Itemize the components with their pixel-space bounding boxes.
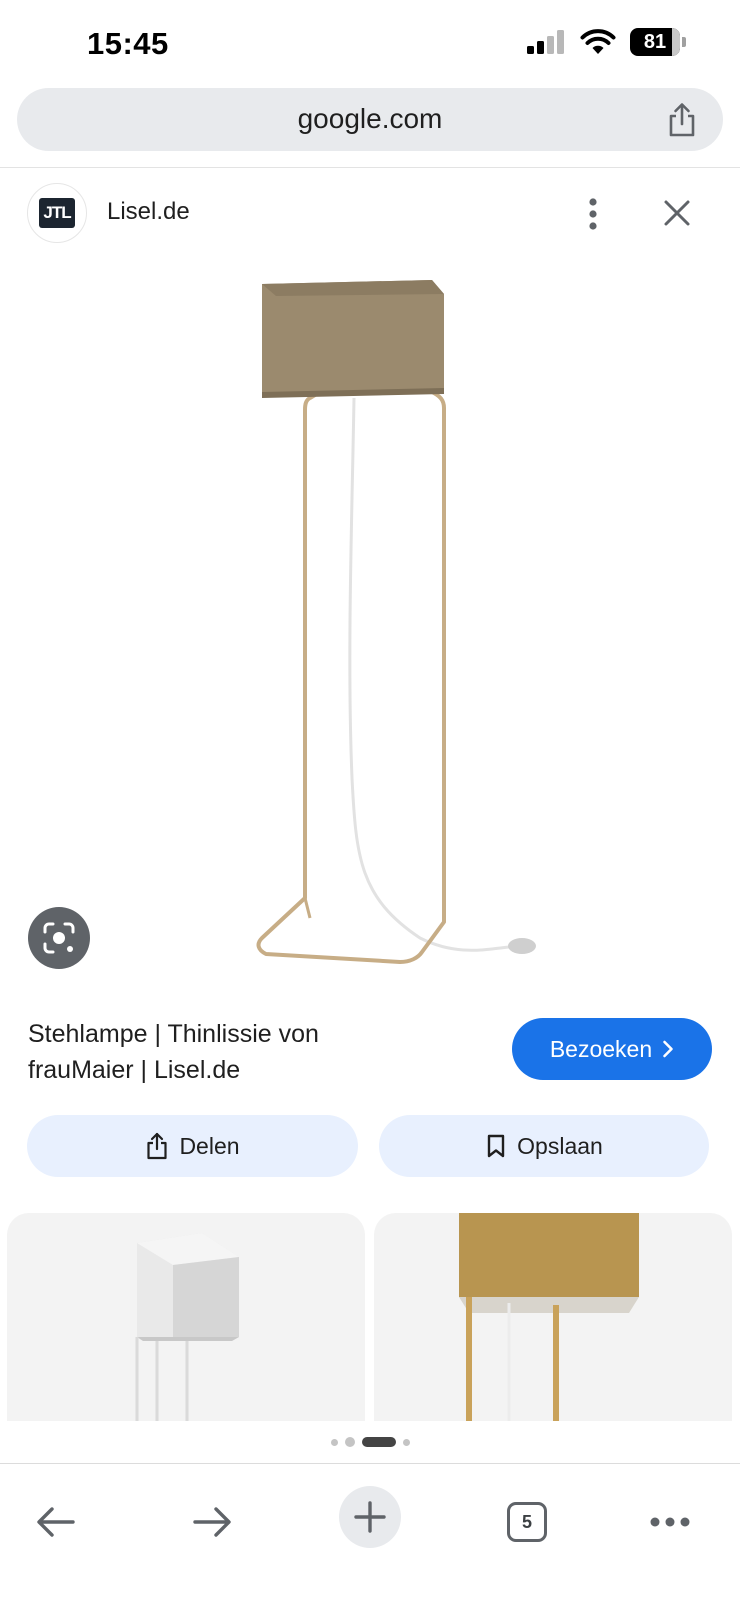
more-horiz-icon: [650, 1517, 690, 1527]
share-icon: [147, 1132, 168, 1160]
share-label: Delen: [179, 1132, 240, 1159]
floor-lamp-image: [256, 280, 536, 964]
white-lamp-image: [135, 1233, 239, 1421]
new-tab-button[interactable]: [339, 1486, 401, 1548]
tab-switcher-button[interactable]: 5: [497, 1492, 557, 1552]
lens-icon: [43, 922, 75, 954]
status-icons: 81: [526, 28, 686, 56]
save-button[interactable]: Opslaan: [379, 1115, 709, 1177]
back-button[interactable]: [26, 1492, 86, 1552]
plus-icon: [354, 1501, 386, 1533]
url-text[interactable]: google.com: [17, 103, 723, 135]
forward-button[interactable]: [182, 1492, 242, 1552]
lens-button[interactable]: [28, 907, 90, 969]
tab-count: 5: [507, 1502, 547, 1542]
main-image[interactable]: [0, 258, 740, 988]
chevron-right-icon: [663, 1040, 673, 1058]
arrow-right-icon: [193, 1507, 231, 1537]
visit-button[interactable]: Bezoeken: [512, 1018, 712, 1080]
battery-icon: 81: [630, 28, 686, 56]
gold-lamp-image: [459, 1213, 639, 1421]
bookmark-icon: [487, 1134, 505, 1158]
signal-icon: [527, 30, 564, 54]
site-logo[interactable]: JTL: [27, 183, 87, 243]
result-title[interactable]: Stehlampe | Thinlissie von frauMaier | L…: [28, 1016, 388, 1088]
site-logo-mark: JTL: [39, 198, 75, 228]
more-vert-icon[interactable]: [576, 194, 610, 234]
related-result-thumbnail[interactable]: [7, 1213, 365, 1421]
page-dot: [330, 1438, 338, 1446]
page-dot-active: [361, 1437, 396, 1447]
page-dot: [344, 1437, 355, 1447]
status-time: 15:45: [87, 26, 169, 61]
wifi-icon: [580, 29, 616, 54]
save-label: Opslaan: [517, 1132, 603, 1159]
arrow-left-icon: [37, 1507, 75, 1537]
page-indicator: [0, 1437, 740, 1447]
close-icon[interactable]: [661, 197, 693, 229]
visit-label: Bezoeken: [549, 1035, 653, 1062]
related-result-thumbnail[interactable]: [374, 1213, 732, 1421]
bottom-toolbar: 5: [0, 1463, 740, 1600]
more-menu-button[interactable]: [640, 1492, 700, 1552]
site-name[interactable]: Lisel.de: [107, 198, 190, 226]
share-button[interactable]: Delen: [27, 1115, 358, 1177]
address-bar[interactable]: google.com: [17, 88, 723, 151]
page-dot: [402, 1438, 410, 1446]
status-bar: 15:45 81: [0, 0, 740, 86]
share-icon[interactable]: [665, 102, 699, 138]
battery-level: 81: [643, 30, 667, 53]
divider: [0, 167, 740, 168]
